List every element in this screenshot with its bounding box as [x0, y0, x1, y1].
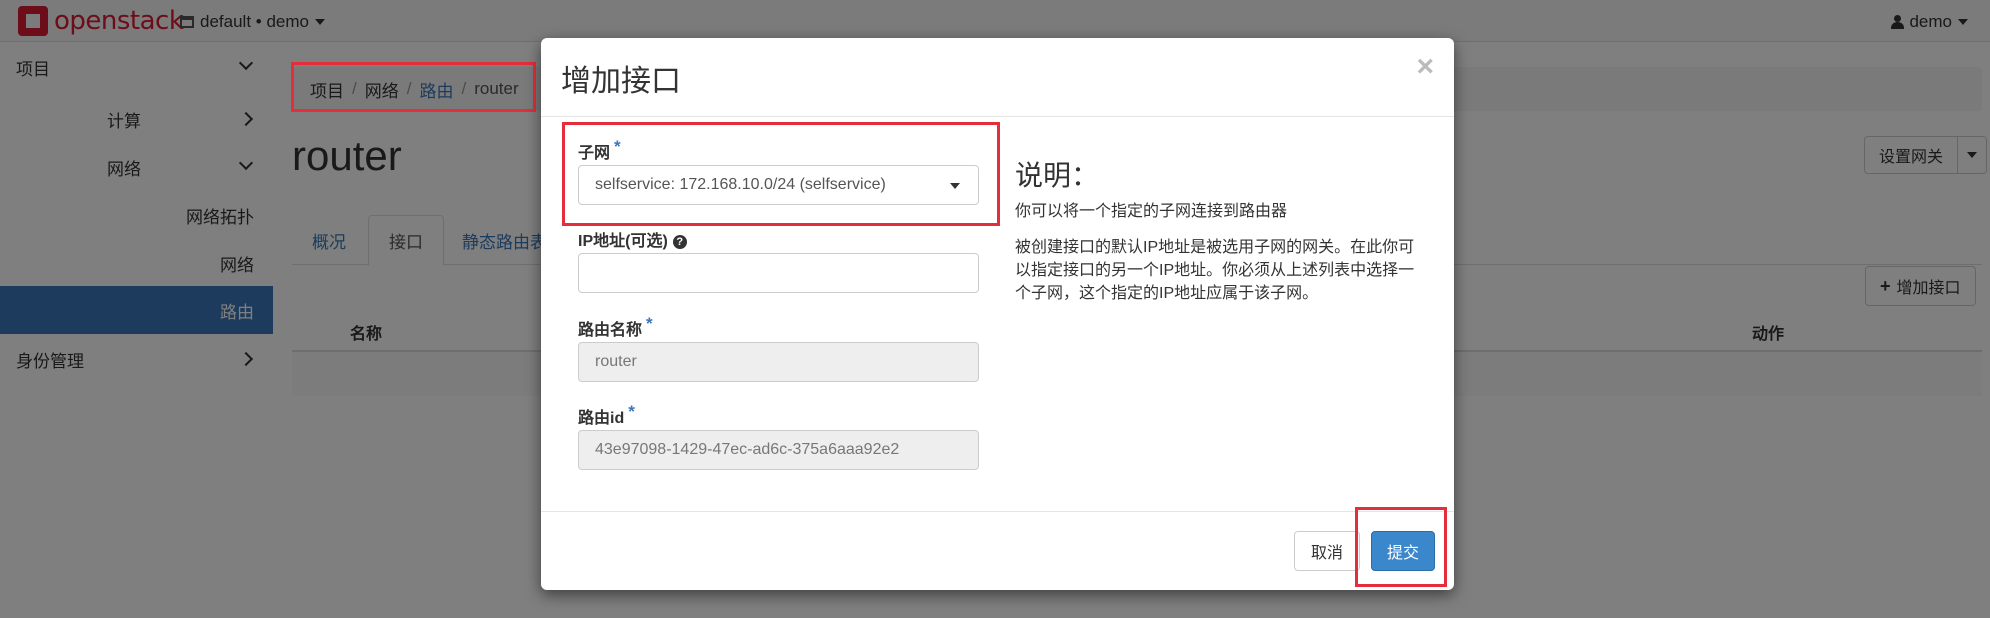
help-icon[interactable]: ? — [672, 234, 687, 249]
ip-address-label-text: IP地址(可选) — [578, 233, 668, 250]
router-id-label-text: 路由id — [578, 410, 625, 427]
router-id-label: 路由id * — [578, 402, 635, 428]
add-interface-modal: 增加接口 × 子网 * selfservice: 172.168.10.0/24 … — [541, 38, 1454, 590]
subnet-label-text: 子网 — [578, 145, 611, 162]
cancel-button[interactable]: 取消 — [1294, 531, 1360, 571]
modal-title: 增加接口 — [561, 65, 681, 98]
router-id-value: 43e97098-1429-47ec-ad6c-375a6aaa92e2 — [595, 441, 900, 458]
subnet-select-value: selfservice: 172.168.10.0/24 (selfservic… — [595, 176, 886, 193]
description-line2: 被创建接口的默认IP地址是被选用子网的网关。在此你可以指定接口的另一个IP地址。… — [1015, 239, 1415, 302]
subnet-label: 子网 * — [578, 137, 621, 163]
required-mark: * — [646, 314, 653, 333]
ip-address-label: IP地址(可选)? — [578, 227, 687, 251]
ip-address-input[interactable] — [578, 253, 979, 293]
description-title: 说明： — [1015, 160, 1100, 191]
subnet-select[interactable]: selfservice: 172.168.10.0/24 (selfservic… — [578, 165, 979, 205]
description-line1: 你可以将一个指定的子网连接到路由器 — [1015, 203, 1288, 220]
caret-down-icon — [950, 183, 960, 189]
close-icon[interactable]: × — [1416, 50, 1434, 84]
modal-header: 增加接口 × — [541, 38, 1454, 117]
router-name-value: router — [595, 353, 637, 370]
router-id-field: 43e97098-1429-47ec-ad6c-375a6aaa92e2 — [578, 430, 979, 470]
submit-button[interactable]: 提交 — [1371, 531, 1435, 571]
router-name-label-text: 路由名称 — [578, 322, 643, 339]
required-mark: * — [614, 137, 621, 156]
required-mark: * — [628, 402, 635, 421]
router-name-label: 路由名称 * — [578, 314, 653, 340]
router-name-field: router — [578, 342, 979, 382]
